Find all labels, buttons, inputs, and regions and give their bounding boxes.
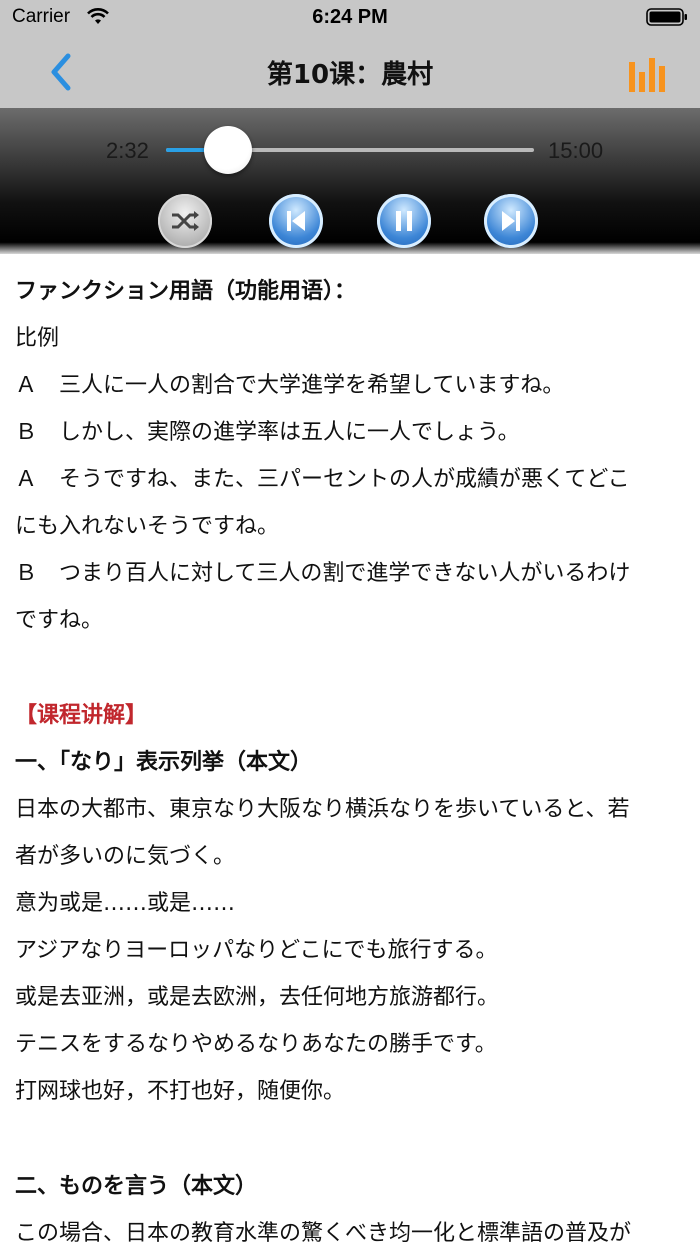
status-bar: Carrier 6:24 PM — [0, 0, 700, 36]
lesson-text: ファンクション用語（功能用语）： 比例 Ａ 三人に一人の割合で大学進学を希望して… — [0, 258, 700, 1244]
shuffle-button[interactable] — [158, 194, 212, 248]
shuffle-icon — [172, 211, 199, 231]
progress-thumb[interactable] — [204, 126, 253, 174]
text-line: 或是去亚洲，或是去欧洲，去任何地方旅游都行。 — [15, 985, 500, 1010]
elapsed-time: 2:32 — [106, 138, 149, 163]
text-line: 意为或是……或是…… — [15, 891, 236, 916]
previous-button[interactable] — [269, 194, 323, 248]
text-line: Ａ そうですね、また、三パーセントの人が成績が悪くてどこ — [15, 467, 630, 492]
pause-icon — [396, 211, 412, 231]
next-button[interactable] — [484, 194, 538, 248]
previous-icon — [287, 211, 305, 231]
next-icon — [502, 211, 520, 231]
audio-player: 2:32 15:00 — [0, 108, 700, 254]
text-line: テニスをするなりやめるなりあなたの勝手です。 — [15, 1032, 497, 1057]
section-heading: 一、「なり」表示列挙（本文） — [15, 750, 313, 775]
clock: 6:24 PM — [312, 6, 388, 28]
text-line: この場合、日本の教育水準の驚くべき均一化と標準語の普及が — [15, 1221, 632, 1244]
lesson-explanation-heading: 【课程讲解】 — [15, 703, 148, 728]
section-heading: ファンクション用語（功能用语）： — [15, 279, 357, 304]
equalizer-icon — [629, 58, 665, 92]
battery-icon — [646, 8, 688, 26]
total-time: 15:00 — [548, 138, 604, 163]
navigation-bar: 第10课：農村 — [0, 36, 700, 108]
pause-button[interactable] — [377, 194, 431, 248]
text-line: Ａ 三人に一人の割合で大学進学を希望していますね。 — [15, 373, 565, 398]
text-line: 日本の大都市、東京なり大阪なり横浜なりを歩いていると、若 — [15, 797, 630, 822]
section-heading: 二、ものを言う（本文） — [15, 1174, 258, 1199]
text-line: にも入れないそうですね。 — [15, 514, 280, 539]
text-line: ですね。 — [15, 608, 104, 633]
progress-slider[interactable] — [166, 126, 534, 174]
text-line: 者が多いのに気づく。 — [15, 844, 236, 869]
text-line: Ｂ しかし、実際の進学率は五人に一人でしょう。 — [15, 420, 520, 445]
page-title: 第10课：農村 — [266, 60, 434, 90]
equalizer-button[interactable] — [628, 56, 668, 92]
text-line: 打网球也好，不打也好，随便你。 — [15, 1079, 346, 1104]
text-line: アジアなりヨーロッパなりどこにでも旅行する。 — [15, 938, 498, 963]
text-line: 比例 — [15, 326, 60, 351]
text-line: Ｂ つまり百人に対して三人の割で進学できない人がいるわけ — [15, 561, 631, 586]
